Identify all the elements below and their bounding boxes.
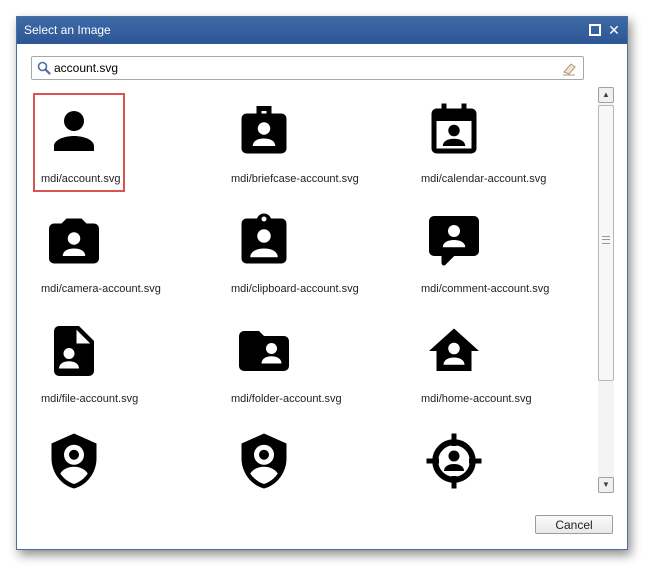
grip-icon (602, 236, 610, 244)
shield-account-icon (51, 433, 97, 489)
image-item-home-account[interactable]: mdi/home-account.svg (413, 313, 593, 413)
vertical-scrollbar[interactable]: ▲ ▼ (598, 87, 614, 493)
image-item-target-account[interactable] (413, 423, 593, 493)
eraser-icon[interactable] (561, 61, 577, 77)
image-item-comment-account[interactable]: mdi/comment-account.svg (413, 203, 593, 303)
account-icon (54, 111, 94, 151)
maximize-icon (589, 24, 601, 37)
image-item-clipboard-account[interactable]: mdi/clipboard-account.svg (223, 203, 403, 303)
close-button[interactable]: ✕ (606, 21, 622, 39)
image-item-briefcase-account[interactable]: mdi/briefcase-account.svg (223, 93, 403, 193)
comment-account-icon (429, 216, 479, 266)
briefcase-account-icon (241, 106, 287, 154)
dialog-title: Select an Image (24, 23, 111, 37)
image-item-file-account[interactable]: mdi/file-account.svg (33, 313, 213, 413)
scrollbar-thumb[interactable] (598, 105, 614, 381)
image-item-account[interactable]: mdi/account.svg (33, 93, 213, 193)
image-item-folder-account[interactable]: mdi/folder-account.svg (223, 313, 403, 413)
select-image-dialog: Select an Image ✕ mdi/account.svg (16, 16, 628, 550)
image-item-calendar-account[interactable]: mdi/calendar-account.svg (413, 93, 593, 193)
search-icon (37, 61, 51, 75)
scroll-up-button[interactable]: ▲ (598, 87, 614, 103)
image-item-label: mdi/clipboard-account.svg (231, 283, 359, 295)
scroll-down-button[interactable]: ▼ (598, 477, 614, 493)
image-item-label: mdi/comment-account.svg (421, 283, 550, 295)
image-item-label: mdi/calendar-account.svg (421, 173, 547, 185)
search-box (31, 56, 584, 80)
shield-account-variant-icon (241, 433, 287, 489)
image-item-label: mdi/camera-account.svg (41, 283, 161, 295)
dialog-titlebar: Select an Image ✕ (17, 17, 627, 44)
image-item-label: mdi/home-account.svg (421, 393, 532, 405)
image-item-camera-account[interactable]: mdi/camera-account.svg (33, 203, 213, 303)
target-account-icon (426, 433, 482, 489)
image-item-label: mdi/file-account.svg (41, 393, 139, 405)
image-item-label: mdi/folder-account.svg (231, 393, 342, 405)
clipboard-account-icon (241, 213, 287, 264)
search-input[interactable] (54, 59, 554, 77)
cancel-button[interactable]: Cancel (535, 515, 613, 534)
maximize-button[interactable] (587, 21, 603, 39)
close-icon: ✕ (608, 22, 620, 38)
image-grid: mdi/account.svg mdi/briefcase-account.sv… (33, 93, 593, 493)
file-account-icon (54, 326, 94, 376)
home-account-icon (429, 328, 479, 371)
image-item-shield-account[interactable] (33, 423, 213, 493)
folder-account-icon (239, 331, 289, 371)
image-item-label: mdi/account.svg (41, 173, 121, 185)
image-item-shield-account-variant[interactable] (223, 423, 403, 493)
calendar-account-icon (431, 103, 477, 154)
image-item-label: mdi/briefcase-account.svg (231, 173, 359, 185)
camera-account-icon (49, 218, 99, 264)
